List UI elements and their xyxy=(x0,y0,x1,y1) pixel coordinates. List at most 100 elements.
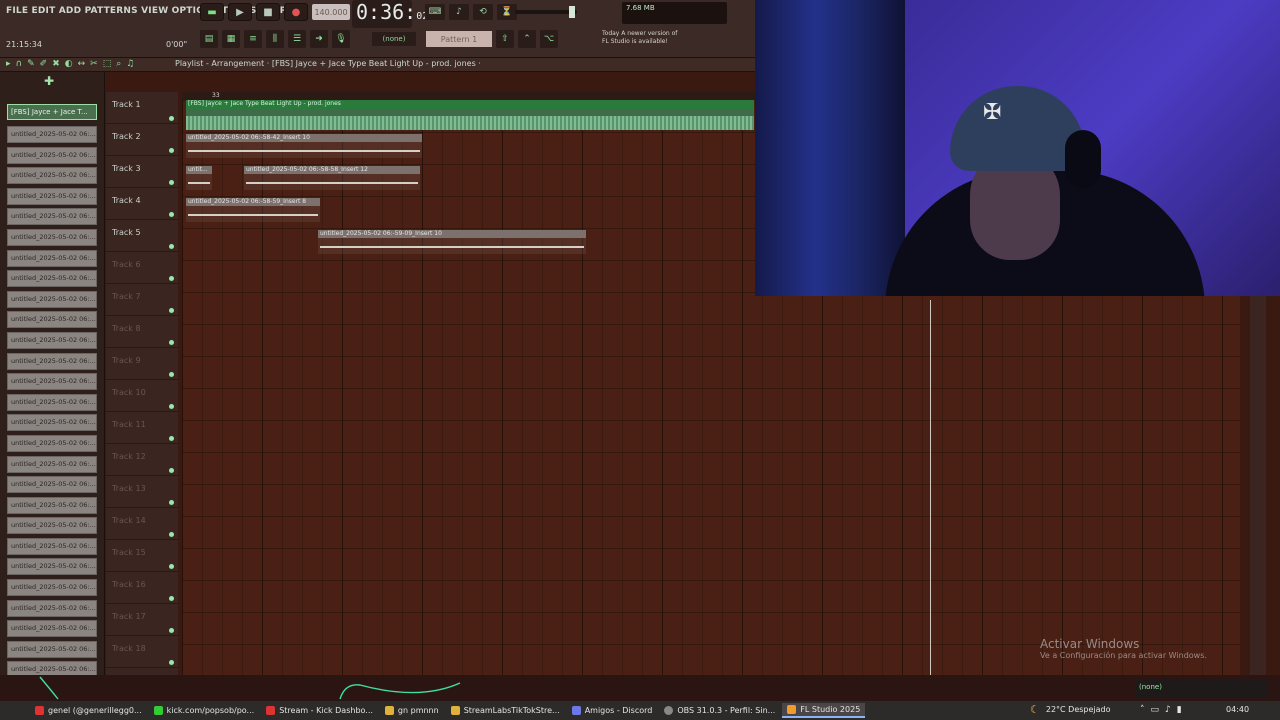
track-header[interactable]: Track 1 xyxy=(106,92,178,124)
audio-clip-track5[interactable]: untitled_2025-05-02 06:-59-09_Insert 10 xyxy=(318,230,586,254)
track-mute-led-icon[interactable] xyxy=(169,660,174,665)
picker-clip-item[interactable]: untitled_2025-05-02 06:... xyxy=(7,373,97,391)
picker-clip-item[interactable]: untitled_2025-05-02 06:... xyxy=(7,517,97,535)
track-mute-led-icon[interactable] xyxy=(169,372,174,377)
audio-clip-track3a[interactable]: untit... xyxy=(186,166,212,190)
magnet-icon[interactable]: ∩ xyxy=(16,59,23,69)
slice-tool-icon[interactable]: ✂ xyxy=(90,59,98,69)
picker-clip-item[interactable]: untitled_2025-05-02 06:... xyxy=(7,620,97,638)
stop-button[interactable]: ■ xyxy=(256,3,280,21)
picker-clip-item[interactable]: untitled_2025-05-02 06:... xyxy=(7,579,97,597)
track-mute-led-icon[interactable] xyxy=(169,500,174,505)
system-clock[interactable]: 04:40 xyxy=(1226,705,1249,714)
timeline-ruler[interactable]: 33 xyxy=(182,92,755,100)
channel-rack-icon[interactable]: ≡ xyxy=(244,30,262,48)
track-header[interactable]: Track 2 xyxy=(106,124,178,156)
snap-selector[interactable]: (none) xyxy=(372,32,416,46)
track-mute-led-icon[interactable] xyxy=(169,628,174,633)
volume-knob[interactable] xyxy=(569,6,575,18)
piano-roll-icon[interactable]: ▦ xyxy=(222,30,240,48)
track-header[interactable]: Track 4 xyxy=(106,188,178,220)
track-mute-led-icon[interactable] xyxy=(169,180,174,185)
track-header[interactable]: Track 14 xyxy=(106,508,178,540)
track-mute-led-icon[interactable] xyxy=(169,212,174,217)
track-mute-led-icon[interactable] xyxy=(169,564,174,569)
track-header[interactable]: Track 12 xyxy=(106,444,178,476)
track-header[interactable]: Track 9 xyxy=(106,348,178,380)
track-mute-led-icon[interactable] xyxy=(169,244,174,249)
picker-clip-item[interactable]: untitled_2025-05-02 06:... xyxy=(7,290,97,308)
track-mute-led-icon[interactable] xyxy=(169,532,174,537)
chevron-up-icon[interactable]: ˄ xyxy=(1140,705,1145,715)
zoom-tool-icon[interactable]: ⌕ xyxy=(116,59,121,69)
track-mute-led-icon[interactable] xyxy=(169,436,174,441)
audio-clip-track4[interactable]: untitled_2025-05-02 06:-58-59_Insert 8 xyxy=(186,198,320,222)
vertical-scrollbar[interactable] xyxy=(1250,296,1266,675)
audio-clip-main[interactable]: [FBS] Jayce + Jace Type Beat Light Up - … xyxy=(186,100,754,130)
microphone-icon[interactable]: 🎙 xyxy=(332,30,350,48)
browser-icon[interactable]: ☰ xyxy=(288,30,306,48)
song-time-display[interactable]: 0:36:02 xyxy=(352,0,428,28)
picker-clip-item[interactable]: untitled_2025-05-02 06:... xyxy=(7,558,97,576)
track-header[interactable]: Track 8 xyxy=(106,316,178,348)
track-header[interactable]: Track 15 xyxy=(106,540,178,572)
arrow-icon[interactable]: ▸ xyxy=(6,59,11,69)
shift-icon[interactable]: ⇧ xyxy=(496,30,514,48)
picker-clip-item[interactable]: untitled_2025-05-02 06:... xyxy=(7,434,97,452)
picker-clip-item[interactable]: untitled_2025-05-02 06:... xyxy=(7,187,97,205)
audio-clip-track3b[interactable]: untitled_2025-05-02 06:-58-58_Insert 12 xyxy=(244,166,420,190)
track-mute-led-icon[interactable] xyxy=(169,404,174,409)
picker-clip-item[interactable]: untitled_2025-05-02 06:... xyxy=(7,167,97,185)
picker-clip-item[interactable]: untitled_2025-05-02 06:... xyxy=(7,414,97,432)
alt-icon[interactable]: ⌥ xyxy=(540,30,558,48)
track-mute-led-icon[interactable] xyxy=(169,276,174,281)
pattern-selector[interactable]: Pattern 1 xyxy=(426,31,492,47)
ctrl-icon[interactable]: ⌃ xyxy=(518,30,536,48)
track-mute-led-icon[interactable] xyxy=(169,148,174,153)
speaker-icon[interactable]: ♪ xyxy=(1165,705,1171,715)
task-folder-1[interactable]: gn pmnnn xyxy=(380,703,444,718)
track-mute-led-icon[interactable] xyxy=(169,468,174,473)
paint-tool-icon[interactable]: ✐ xyxy=(40,59,48,69)
track-header[interactable]: Track 3 xyxy=(106,156,178,188)
draw-tool-icon[interactable]: ✎ xyxy=(27,59,35,69)
track-header[interactable]: Track 6 xyxy=(106,252,178,284)
picker-clip-item[interactable]: untitled_2025-05-02 06:... xyxy=(7,640,97,658)
track-header[interactable]: Track 7 xyxy=(106,284,178,316)
plugin-icon[interactable]: ➜ xyxy=(310,30,328,48)
picker-clip-item[interactable]: untitled_2025-05-02 06:... xyxy=(7,126,97,143)
task-folder-2[interactable]: StreamLabsTikTokStre... xyxy=(446,703,565,718)
picker-clip-item[interactable]: untitled_2025-05-02 06:... xyxy=(7,476,97,494)
picker-active-pattern[interactable]: [FBS] Jayce + Jace T... xyxy=(7,104,97,120)
typing-keyboard-icon[interactable]: ⌨ xyxy=(425,4,445,20)
picker-clip-item[interactable]: untitled_2025-05-02 06:... xyxy=(7,249,97,267)
pattern-song-toggle[interactable]: ▬ xyxy=(200,3,224,21)
audio-clip-track2[interactable]: untitled_2025-05-02 06:-58-42_Insert 10 xyxy=(186,134,422,158)
track-header[interactable]: Track 16 xyxy=(106,572,178,604)
task-discord[interactable]: Amigos - Discord xyxy=(567,703,658,718)
network-icon[interactable]: ▭ xyxy=(1151,705,1160,715)
slip-tool-icon[interactable]: ↔ xyxy=(78,59,86,69)
tempo-display[interactable]: 140.000 xyxy=(312,4,350,20)
playlist-icon[interactable]: ▤ xyxy=(200,30,218,48)
track-header[interactable]: Track 18 xyxy=(106,636,178,668)
track-mute-led-icon[interactable] xyxy=(169,308,174,313)
news-panel[interactable]: Today A newer version of FL Studio is av… xyxy=(602,30,698,46)
track-header[interactable]: Track 5 xyxy=(106,220,178,252)
task-browser-2[interactable]: kick.com/popsob/po... xyxy=(149,703,260,718)
task-fl-studio[interactable]: FL Studio 2025 xyxy=(782,703,866,718)
mixer-icon[interactable]: ⫼ xyxy=(266,30,284,48)
picker-clip-item[interactable]: untitled_2025-05-02 06:... xyxy=(7,393,97,411)
track-mute-led-icon[interactable] xyxy=(169,340,174,345)
picker-clip-item[interactable]: untitled_2025-05-02 06:... xyxy=(7,496,97,514)
battery-icon[interactable]: ▮ xyxy=(1177,705,1182,715)
mute-tool-icon[interactable]: ◐ xyxy=(65,59,73,69)
picker-clip-item[interactable]: untitled_2025-05-02 06:... xyxy=(7,352,97,370)
select-tool-icon[interactable]: ⬚ xyxy=(103,59,112,69)
track-header[interactable]: Track 13 xyxy=(106,476,178,508)
track-header[interactable]: Track 11 xyxy=(106,412,178,444)
playback-tool-icon[interactable]: ♫ xyxy=(126,59,134,69)
play-button[interactable]: ▶ xyxy=(228,3,252,21)
loop-record-icon[interactable]: ⟲ xyxy=(473,4,493,20)
picker-clip-item[interactable]: untitled_2025-05-02 06:... xyxy=(7,599,97,617)
